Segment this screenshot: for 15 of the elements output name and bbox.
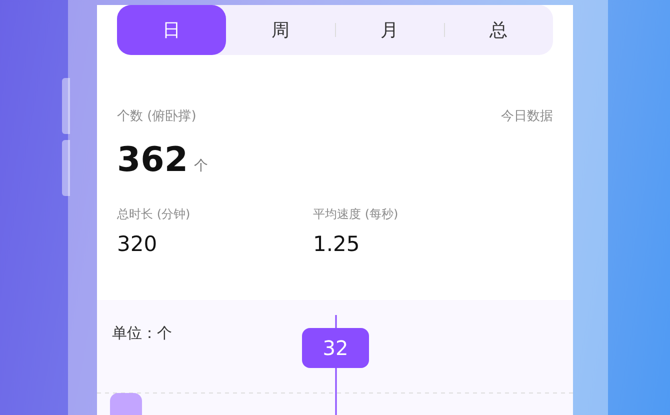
unit-label: 单位：个 (111, 322, 172, 344)
metric-value: 1.25 (313, 232, 360, 256)
metric-label: 总时长 (分钟) (117, 206, 190, 222)
chart-bar (110, 392, 142, 415)
value-tooltip: 32 (302, 328, 369, 368)
stat-label: 个数 (俯卧撑) (117, 108, 196, 126)
metric-value: 320 (117, 232, 158, 256)
count-value: 362 (117, 142, 188, 176)
period-tab[interactable]: 日 (117, 5, 226, 55)
period-tab[interactable]: 月 (335, 5, 444, 55)
metric-label: 平均速度 (每秒) (313, 206, 398, 222)
unit-label: 个 (194, 156, 208, 176)
period-tab[interactable]: 总 (444, 5, 553, 55)
scope-label: 今日数据 (501, 108, 553, 126)
period-tab[interactable]: 周 (226, 5, 335, 55)
